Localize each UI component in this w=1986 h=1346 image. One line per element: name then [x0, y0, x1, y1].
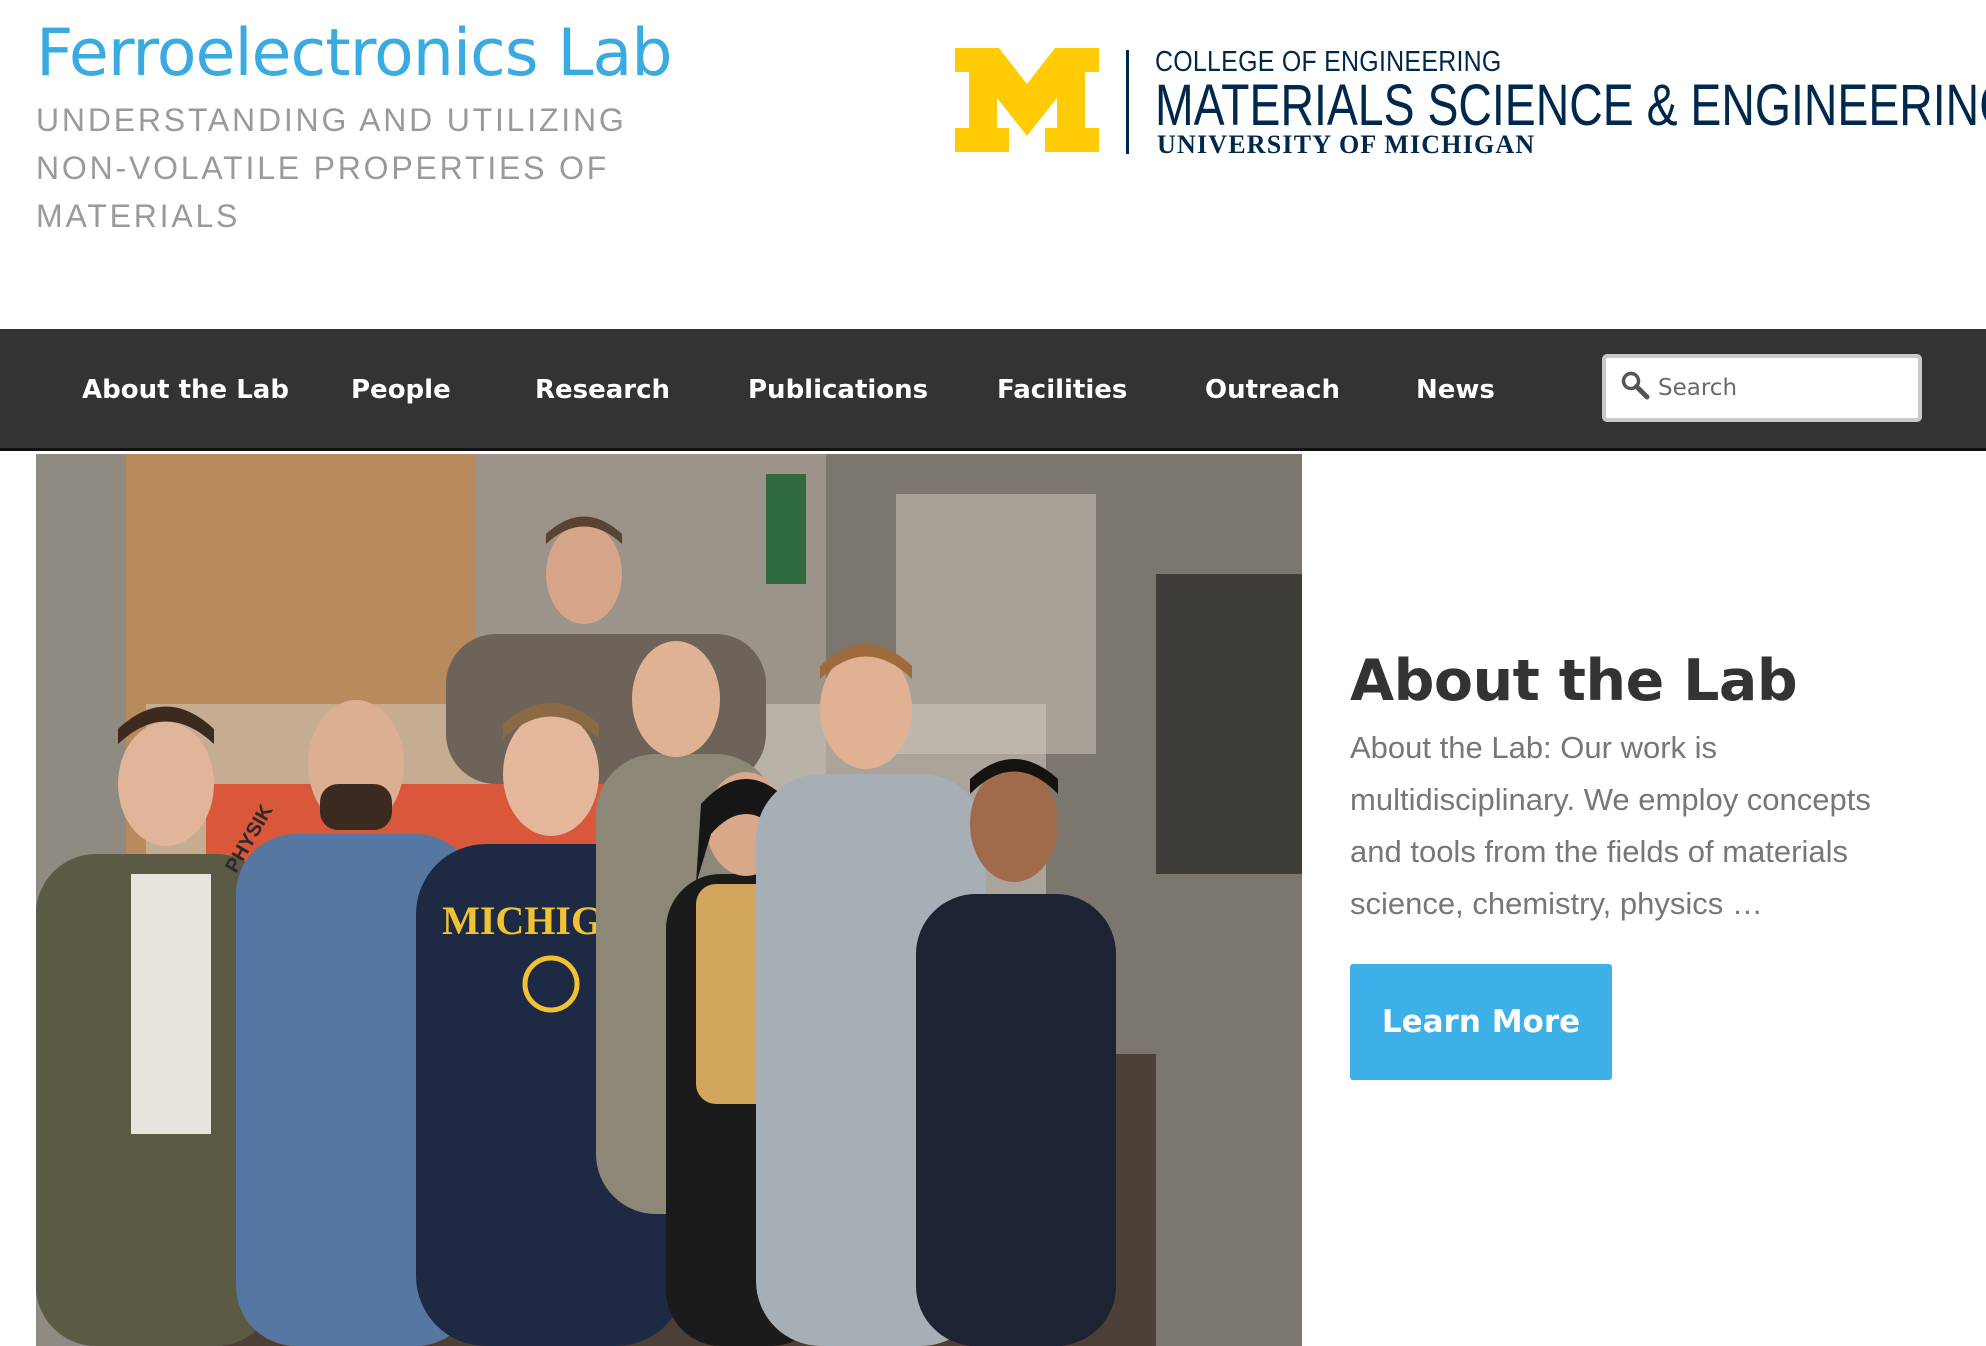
site-tagline: UNDERSTANDING AND UTILIZING NON-VOLATILE…	[36, 102, 627, 234]
search-icon	[1621, 371, 1650, 400]
logo-divider	[1126, 50, 1129, 154]
site-title[interactable]: Ferroelectronics Lab	[36, 16, 673, 91]
nav-item-research[interactable]: Research	[535, 329, 670, 448]
main-navigation: About the Lab People Research Publicatio…	[0, 329, 1986, 451]
about-excerpt: About the Lab: Our work is multidiscipli…	[1350, 730, 1871, 921]
learn-more-button[interactable]: Learn More	[1350, 964, 1612, 1080]
logo-university: UNIVERSITY OF MICHIGAN	[1157, 130, 1536, 159]
about-heading: About the Lab	[1350, 648, 1798, 714]
university-logo[interactable]: COLLEGE OF ENGINEERING MATERIALS SCIENCE…	[955, 46, 1986, 159]
search-box[interactable]	[1602, 354, 1922, 422]
nav-item-facilities[interactable]: Facilities	[997, 329, 1127, 448]
nav-item-news[interactable]: News	[1416, 329, 1495, 448]
nav-item-outreach[interactable]: Outreach	[1205, 329, 1340, 448]
nav-item-publications[interactable]: Publications	[748, 329, 928, 448]
search-input[interactable]	[1658, 368, 1908, 408]
logo-department: MATERIALS SCIENCE & ENGINEERING	[1155, 73, 1986, 138]
nav-item-people[interactable]: People	[351, 329, 451, 448]
nav-item-about-the-lab[interactable]: About the Lab	[82, 329, 289, 448]
block-m-logo	[955, 48, 1099, 152]
lab-group-photo: MICHIGAN PHYSIK	[36, 454, 1302, 1346]
